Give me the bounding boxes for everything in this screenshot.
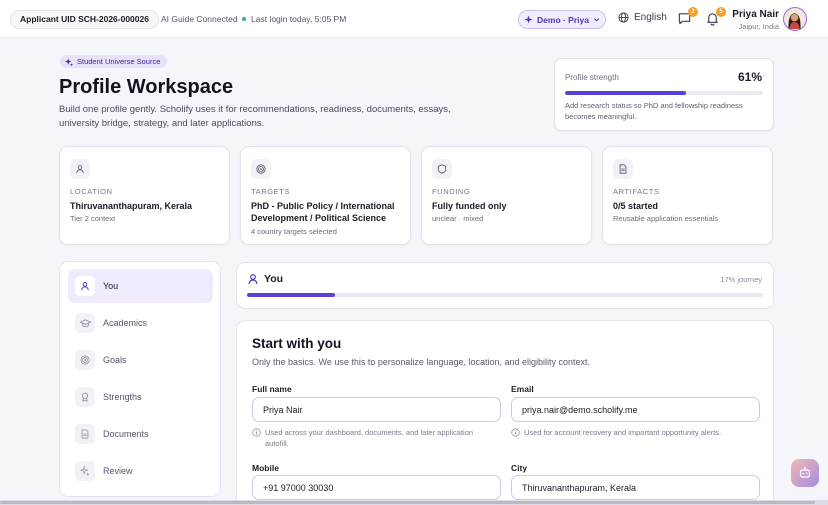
full-name-help: Used across your dashboard, documents, a… [252, 427, 492, 449]
messages-count-badge: 2 [688, 7, 698, 17]
target-icon [251, 159, 271, 179]
user-avatar-icon [788, 13, 801, 29]
nav-item-label: You [103, 281, 119, 291]
notifications-button[interactable]: 5 [705, 7, 726, 27]
journey-percent: 17% journey [720, 275, 762, 284]
city-label: City [511, 463, 528, 473]
email-help: Used for account recovery and important … [511, 427, 751, 438]
user-icon [70, 159, 90, 179]
profile-strength-value: 61% [737, 70, 762, 84]
messages-button[interactable]: 2 [677, 7, 698, 27]
profile-strength-note: Add research status so PhD and fellowshi… [565, 101, 743, 121]
stat-sub: 4 country targets selected [251, 227, 337, 236]
journey-progress-fill [247, 293, 335, 297]
demo-label: Demo · Priya [537, 14, 589, 25]
ai-guide-status: AI Guide Connected [161, 14, 246, 24]
form-subtitle: Only the basics. We use this to personal… [252, 357, 591, 367]
profile-strength-bar [565, 91, 763, 95]
email-help-text: Used for account recovery and important … [524, 428, 722, 437]
stat-label: TARGETS [251, 187, 291, 196]
page-subtitle: Build one profile gently. Scholify uses … [59, 104, 451, 129]
shield-icon [432, 159, 452, 179]
nav-item-goals[interactable]: Goals [68, 343, 213, 377]
sparkle-icon [524, 15, 533, 24]
demo-user-switcher[interactable]: Demo · Priya [518, 10, 606, 29]
stat-card-artifacts: ARTIFACTS 0/5 started Reusable applicati… [602, 146, 773, 245]
stat-sub: Reusable application essentials [613, 214, 719, 223]
user-icon [248, 274, 258, 285]
section-progress-card: You 17% journey [236, 262, 774, 309]
nav-item-you[interactable]: You [68, 269, 213, 303]
stat-value: PhD - Public Policy / International Deve… [251, 201, 395, 223]
sparkles-icon [75, 461, 95, 481]
target-icon [75, 350, 95, 370]
document-icon [613, 159, 633, 179]
journey-progress-bar [247, 293, 763, 297]
nav-item-label: Documents [103, 429, 149, 439]
language-label: English [634, 12, 667, 23]
chevron-down-icon [593, 18, 600, 22]
user-icon [75, 276, 95, 296]
stat-label: ARTIFACTS [613, 187, 660, 196]
nav-item-label: Goals [103, 355, 127, 365]
nav-item-label: Review [103, 466, 133, 476]
stat-label: LOCATION [70, 187, 113, 196]
full-name-input[interactable] [252, 397, 501, 422]
user-name: Priya Nair [732, 9, 779, 20]
nav-item-label: Strengths [103, 392, 142, 402]
city-input[interactable] [511, 475, 760, 500]
stat-sub: unclear · mixed [432, 214, 484, 223]
source-tag: Student Universe Source [60, 55, 168, 68]
language-selector[interactable]: English [618, 12, 667, 23]
form-title: Start with you [252, 336, 342, 351]
stat-value: 0/5 started [613, 201, 659, 211]
award-icon [75, 387, 95, 407]
full-name-help-text: Used across your dashboard, documents, a… [265, 428, 474, 448]
profile-strength-fill [565, 91, 686, 95]
robot-icon [799, 466, 811, 478]
basics-form-card: Start with you Only the basics. We use t… [236, 320, 774, 505]
email-field[interactable] [511, 397, 760, 422]
profile-strength-label: Profile strength [565, 73, 619, 82]
horizontal-scrollbar[interactable] [0, 500, 828, 505]
nav-item-academics[interactable]: Academics [68, 306, 213, 340]
mobile-label: Mobile [252, 463, 279, 473]
nav-item-strengths[interactable]: Strengths [68, 380, 213, 414]
ai-status-label: AI Guide Connected [161, 14, 238, 24]
stat-label: FUNDING [432, 187, 471, 196]
stat-sub: Tier 2 context [70, 214, 116, 223]
avatar[interactable] [783, 7, 807, 31]
profile-strength-card: Profile strength 61% Add research status… [554, 58, 774, 131]
top-bar: Applicant UID SCH-2026-000026 AI Guide C… [0, 0, 828, 38]
document-icon [75, 424, 95, 444]
page-title: Profile Workspace [59, 76, 234, 98]
nav-item-review[interactable]: Review [68, 454, 213, 488]
applicant-uid-badge: Applicant UID SCH-2026-000026 [10, 10, 159, 29]
stat-value: Thiruvananthapuram, Kerala [70, 201, 193, 211]
globe-icon [618, 12, 629, 23]
online-dot-icon [241, 17, 246, 21]
last-login-text: Last login today, 5:05 PM [251, 14, 347, 24]
stat-card-location: LOCATION Thiruvananthapuram, Kerala Tier… [59, 146, 230, 245]
sparkles-icon [65, 57, 73, 66]
user-location: Jaipur, India [738, 22, 779, 31]
mobile-input[interactable] [252, 475, 501, 500]
stat-card-funding: FUNDING Fully funded only unclear · mixe… [421, 146, 592, 245]
stat-value: Fully funded only [432, 201, 507, 211]
graduation-cap-icon [75, 313, 95, 333]
stat-card-targets: TARGETS PhD - Public Policy / Internatio… [240, 146, 411, 245]
scrollbar-thumb[interactable] [0, 501, 815, 504]
email-label: Email [511, 384, 534, 394]
info-icon [252, 428, 261, 437]
section-title: You [264, 273, 284, 285]
full-name-label: Full name [252, 384, 292, 394]
ai-assistant-button[interactable] [791, 459, 819, 487]
info-icon [511, 428, 520, 437]
nav-item-label: Academics [103, 318, 148, 328]
nav-item-documents[interactable]: Documents [68, 417, 213, 451]
source-tag-label: Student Universe Source [77, 57, 161, 66]
profile-sections-nav: You Academics Goals Strengths Documents … [59, 261, 221, 497]
